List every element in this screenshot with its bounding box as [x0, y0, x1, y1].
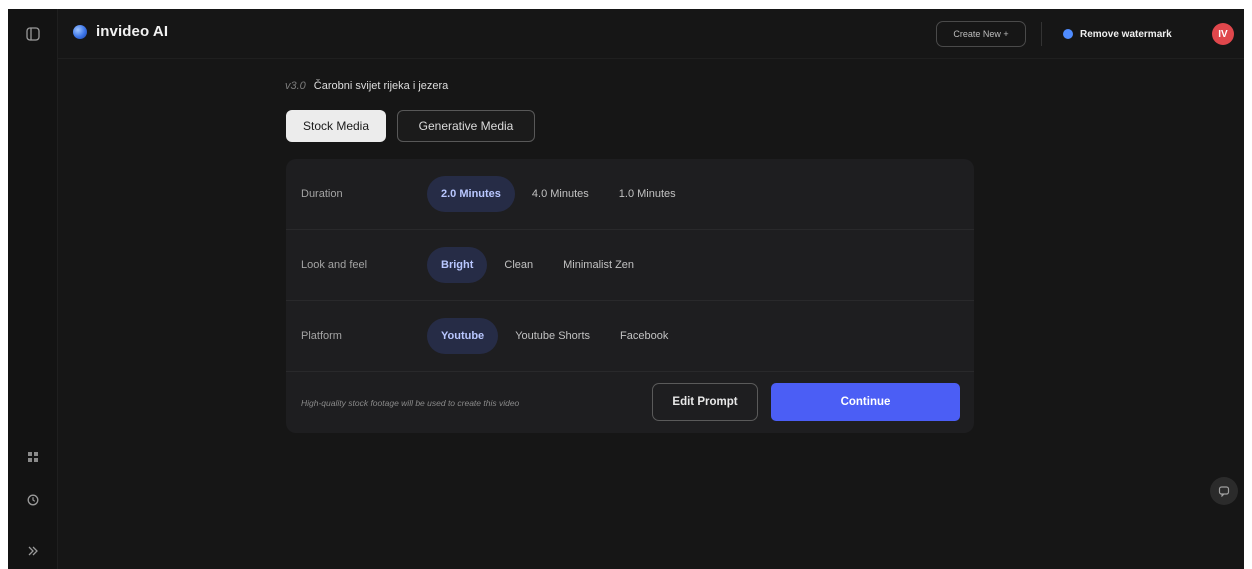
breadcrumb: v3.0 Čarobni svijet rijeka i jezera — [285, 80, 448, 92]
tab-stock-media[interactable]: Stock Media — [286, 110, 386, 142]
platform-option-youtube-shorts[interactable]: Youtube Shorts — [502, 318, 603, 354]
stock-footage-note: High-quality stock footage will be used … — [301, 397, 520, 408]
watermark-icon — [1063, 29, 1073, 39]
version-label: v3.0 — [285, 80, 306, 92]
avatar[interactable]: IV — [1212, 23, 1234, 45]
duration-row: Duration 2.0 Minutes 4.0 Minutes 1.0 Min… — [286, 159, 974, 230]
platform-row: Platform Youtube Youtube Shorts Facebook — [286, 301, 974, 372]
chat-button[interactable] — [1210, 477, 1238, 505]
duration-label: Duration — [301, 188, 343, 200]
duration-option-2min[interactable]: 2.0 Minutes — [427, 176, 515, 212]
platform-option-facebook[interactable]: Facebook — [607, 318, 681, 354]
edit-prompt-label: Edit Prompt — [672, 396, 738, 408]
remove-watermark-button[interactable]: Remove watermark — [1056, 21, 1190, 47]
history-icon[interactable] — [22, 489, 44, 511]
look-option-clean[interactable]: Clean — [491, 247, 546, 283]
left-rail — [8, 9, 58, 569]
app-window: invideo AI Create New + Remove watermark… — [8, 9, 1244, 569]
continue-button[interactable]: Continue — [771, 383, 960, 421]
tab-stock-media-label: Stock Media — [302, 119, 370, 133]
create-new-button[interactable]: Create New + — [936, 21, 1026, 47]
look-and-feel-row: Look and feel Bright Clean Minimalist Ze… — [286, 230, 974, 301]
tab-generative-media-label: Generative Media — [418, 119, 514, 133]
topbar-divider — [1041, 22, 1042, 46]
platform-label: Platform — [301, 330, 342, 342]
option-label: Youtube Shorts — [515, 330, 591, 342]
option-label: Bright — [441, 259, 474, 271]
expand-icon[interactable] — [22, 540, 44, 562]
look-option-minimalist-zen[interactable]: Minimalist Zen — [550, 247, 647, 283]
option-label: Youtube — [441, 330, 485, 342]
option-label: Clean — [504, 259, 534, 271]
remove-watermark-label: Remove watermark — [1080, 28, 1172, 40]
edit-prompt-button[interactable]: Edit Prompt — [652, 383, 758, 421]
option-label: 4.0 Minutes — [531, 188, 589, 200]
duration-option-1min[interactable]: 1.0 Minutes — [606, 176, 689, 212]
panel-toggle-icon[interactable] — [22, 23, 44, 45]
option-label: 2.0 Minutes — [441, 188, 501, 200]
platform-option-youtube[interactable]: Youtube — [427, 318, 499, 354]
continue-label: Continue — [840, 396, 891, 408]
panel-footer: High-quality stock footage will be used … — [286, 372, 974, 433]
option-label: 1.0 Minutes — [618, 188, 676, 200]
top-bar: invideo AI Create New + Remove watermark… — [58, 9, 1244, 59]
invideo-logo-icon — [73, 24, 87, 39]
brand[interactable]: invideo AI — [73, 23, 168, 40]
option-label: Facebook — [620, 330, 669, 342]
look-and-feel-options: Bright Clean Minimalist Zen — [427, 247, 647, 283]
create-new-label: Create New + — [953, 29, 1009, 39]
grid-icon[interactable] — [22, 446, 44, 468]
option-label: Minimalist Zen — [563, 259, 635, 271]
project-title: Čarobni svijet rijeka i jezera — [313, 80, 449, 92]
platform-options: Youtube Youtube Shorts Facebook — [427, 318, 681, 354]
settings-panel: Duration 2.0 Minutes 4.0 Minutes 1.0 Min… — [286, 159, 974, 433]
look-option-bright[interactable]: Bright — [427, 247, 488, 283]
avatar-initial: IV — [1218, 28, 1228, 40]
duration-options: 2.0 Minutes 4.0 Minutes 1.0 Minutes — [427, 176, 689, 212]
look-and-feel-label: Look and feel — [301, 259, 368, 271]
brand-name: invideo AI — [96, 23, 169, 40]
duration-option-4min[interactable]: 4.0 Minutes — [519, 176, 602, 212]
chat-icon — [1218, 486, 1230, 497]
tab-generative-media[interactable]: Generative Media — [397, 110, 535, 142]
